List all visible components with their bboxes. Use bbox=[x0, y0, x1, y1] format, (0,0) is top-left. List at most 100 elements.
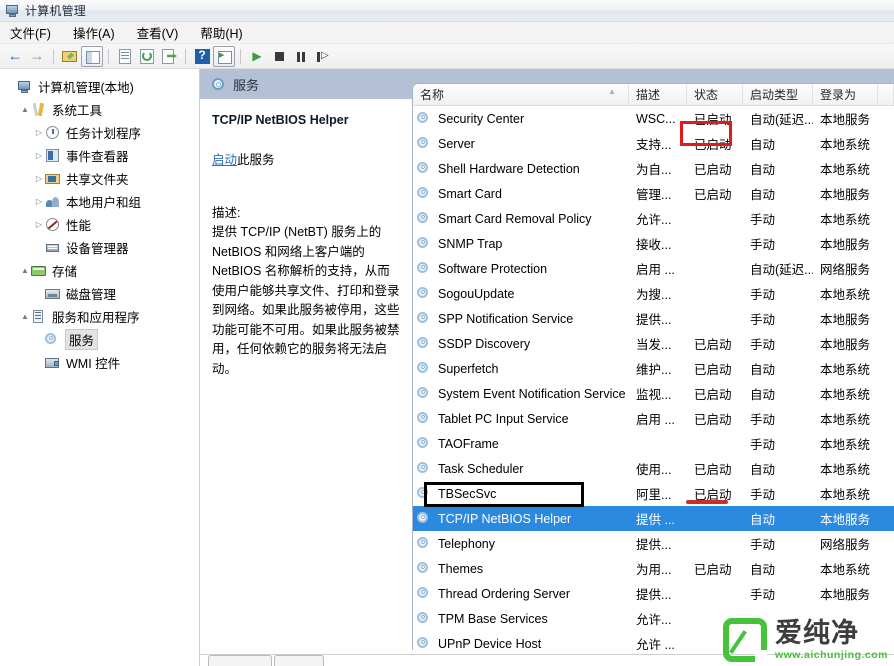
services-listview[interactable]: 名称▲描述状态启动类型登录为 Security CenterWSC...已启动自… bbox=[412, 83, 894, 666]
expand-arrow-icon[interactable]: ▷ bbox=[33, 152, 45, 160]
pause-service-icon[interactable] bbox=[290, 46, 312, 67]
tree-local-users-and-groups[interactable]: ▷本地用户和组 bbox=[0, 190, 199, 213]
column-header-desc[interactable]: 描述 bbox=[629, 84, 687, 105]
service-row[interactable]: SPP Notification Service提供...手动本地服务 bbox=[413, 306, 894, 331]
toolbar-separator bbox=[108, 49, 109, 64]
service-row[interactable]: SogouUpdate为搜...手动本地系统 bbox=[413, 281, 894, 306]
service-row[interactable]: Smart Card管理...已启动自动本地服务 bbox=[413, 181, 894, 206]
cell-state bbox=[687, 531, 743, 556]
gear-icon bbox=[417, 511, 433, 527]
cell-state: 已启动 bbox=[687, 556, 743, 581]
service-row[interactable]: Telephony提供...手动网络服务 bbox=[413, 531, 894, 556]
tree-disk-management[interactable]: 磁盘管理 bbox=[0, 282, 199, 305]
cell-start: 手动 bbox=[743, 431, 813, 456]
collapse-arrow-icon[interactable]: ▲ bbox=[19, 106, 31, 114]
cell-state: 已启动 bbox=[687, 356, 743, 381]
tree-shared-folders[interactable]: ▷共享文件夹 bbox=[0, 167, 199, 190]
column-header-logon[interactable]: 登录为 bbox=[813, 84, 878, 105]
service-row[interactable]: Themes为用...已启动自动本地系统 bbox=[413, 556, 894, 581]
stop-service-icon[interactable] bbox=[268, 46, 290, 67]
cell-state bbox=[687, 306, 743, 331]
service-row[interactable]: TPM Base Services允许... bbox=[413, 606, 894, 631]
gear-icon bbox=[417, 236, 433, 252]
tree-device-manager[interactable]: 设备管理器 bbox=[0, 236, 199, 259]
properties-icon[interactable] bbox=[114, 46, 136, 67]
service-row[interactable]: Thread Ordering Server提供...手动本地服务 bbox=[413, 581, 894, 606]
restart-service-icon[interactable] bbox=[312, 46, 334, 67]
tree-computer-management-local[interactable]: 计算机管理(本地) bbox=[0, 75, 199, 98]
expand-arrow-icon[interactable]: ▷ bbox=[33, 129, 45, 137]
start-service-link[interactable]: 启动 bbox=[212, 153, 237, 167]
title-bar: 计算机管理 bbox=[0, 0, 894, 22]
tab-extended[interactable] bbox=[208, 655, 272, 666]
help-icon[interactable] bbox=[191, 46, 213, 67]
cell-start: 自动 bbox=[743, 381, 813, 406]
services-list-pane: 名称▲描述状态启动类型登录为 Security CenterWSC...已启动自… bbox=[412, 69, 894, 666]
tree-services[interactable]: 服务 bbox=[0, 328, 199, 351]
cell-start: 手动 bbox=[743, 331, 813, 356]
service-row[interactable]: System Event Notification Service监视...已启… bbox=[413, 381, 894, 406]
show-actions-pane-icon[interactable] bbox=[213, 46, 235, 67]
collapse-arrow-icon[interactable]: ▲ bbox=[19, 313, 31, 321]
service-row[interactable]: SSDP Discovery当发...已启动手动本地服务 bbox=[413, 331, 894, 356]
expand-arrow-icon[interactable]: ▷ bbox=[33, 198, 45, 206]
tree-task-scheduler[interactable]: ▷任务计划程序 bbox=[0, 121, 199, 144]
export-list-icon[interactable] bbox=[158, 46, 180, 67]
service-row[interactable]: TAOFrame手动本地系统 bbox=[413, 431, 894, 456]
column-header-state[interactable]: 状态 bbox=[687, 84, 743, 105]
menu-bar: 文件(F) 操作(A) 查看(V) 帮助(H) bbox=[0, 22, 894, 44]
menu-action[interactable]: 操作(A) bbox=[73, 21, 124, 44]
tree-system-tools[interactable]: ▲系统工具 bbox=[0, 98, 199, 121]
collapse-arrow-icon[interactable]: ▲ bbox=[19, 267, 31, 275]
service-row[interactable]: Security CenterWSC...已启动自动(延迟...本地服务 bbox=[413, 106, 894, 131]
column-header-start[interactable]: 启动类型 bbox=[743, 84, 813, 105]
storage-icon bbox=[31, 263, 48, 279]
service-row[interactable]: TCP/IP NetBIOS Helper提供 ...自动本地服务 bbox=[413, 506, 894, 531]
cell-name: Thread Ordering Server bbox=[413, 581, 629, 606]
cell-state: 已启动 bbox=[687, 131, 743, 156]
expand-arrow-icon[interactable]: ▷ bbox=[33, 175, 45, 183]
tree-event-viewer[interactable]: ▷事件查看器 bbox=[0, 144, 199, 167]
console-tree[interactable]: 计算机管理(本地)▲系统工具▷任务计划程序▷事件查看器▷共享文件夹▷本地用户和组… bbox=[0, 69, 200, 666]
menu-view[interactable]: 查看(V) bbox=[137, 21, 188, 44]
listview-header[interactable]: 名称▲描述状态启动类型登录为 bbox=[413, 84, 894, 106]
service-row[interactable]: Smart Card Removal Policy允许...手动本地系统 bbox=[413, 206, 894, 231]
listview-rows[interactable]: Security CenterWSC...已启动自动(延迟...本地服务Serv… bbox=[413, 106, 894, 666]
cell-name: TCP/IP NetBIOS Helper bbox=[413, 506, 629, 531]
refresh-icon[interactable] bbox=[136, 46, 158, 67]
service-row[interactable]: TBSecSvc阿里...已启动手动本地系统 bbox=[413, 481, 894, 506]
tree-storage[interactable]: ▲存储 bbox=[0, 259, 199, 282]
expand-arrow-icon[interactable]: ▷ bbox=[33, 221, 45, 229]
service-row[interactable]: Software Protection启用 ...自动(延迟...网络服务 bbox=[413, 256, 894, 281]
tree-item-label: WMI 控件 bbox=[66, 353, 120, 372]
service-name-label: Shell Hardware Detection bbox=[438, 162, 580, 176]
forward-arrow-icon[interactable]: → bbox=[26, 46, 48, 67]
back-arrow-icon[interactable]: ← bbox=[4, 46, 26, 67]
service-row[interactable]: Task Scheduler使用...已启动自动本地系统 bbox=[413, 456, 894, 481]
service-row[interactable]: Shell Hardware Detection为自...已启动自动本地系统 bbox=[413, 156, 894, 181]
tab-standard[interactable] bbox=[274, 655, 324, 666]
menu-help[interactable]: 帮助(H) bbox=[200, 21, 251, 44]
service-row[interactable]: SNMP Trap接收...手动本地服务 bbox=[413, 231, 894, 256]
cell-name: Server bbox=[413, 131, 629, 156]
tree-services-and-applications[interactable]: ▲服务和应用程序 bbox=[0, 305, 199, 328]
cell-desc: WSC... bbox=[629, 106, 687, 131]
service-row[interactable]: Superfetch维护...已启动自动本地系统 bbox=[413, 356, 894, 381]
sort-ascending-icon: ▲ bbox=[608, 87, 616, 96]
up-folder-icon[interactable] bbox=[59, 46, 81, 67]
cell-desc: 阿里... bbox=[629, 481, 687, 506]
tree-performance[interactable]: ▷性能 bbox=[0, 213, 199, 236]
service-name-label: Telephony bbox=[438, 537, 495, 551]
service-row[interactable]: Server支持...已启动自动本地系统 bbox=[413, 131, 894, 156]
service-name-label: SogouUpdate bbox=[438, 287, 514, 301]
column-header-name[interactable]: 名称▲ bbox=[413, 84, 629, 105]
service-row[interactable]: Tablet PC Input Service启用 ...已启动手动本地系统 bbox=[413, 406, 894, 431]
wmi-control-icon bbox=[45, 355, 62, 371]
menu-file[interactable]: 文件(F) bbox=[10, 21, 60, 44]
show-tree-icon[interactable] bbox=[81, 46, 103, 67]
cell-start: 自动(延迟... bbox=[743, 256, 813, 281]
cell-state bbox=[687, 606, 743, 631]
column-header-label: 登录为 bbox=[820, 86, 856, 103]
start-service-icon[interactable] bbox=[246, 46, 268, 67]
tree-wmi-control[interactable]: WMI 控件 bbox=[0, 351, 199, 374]
